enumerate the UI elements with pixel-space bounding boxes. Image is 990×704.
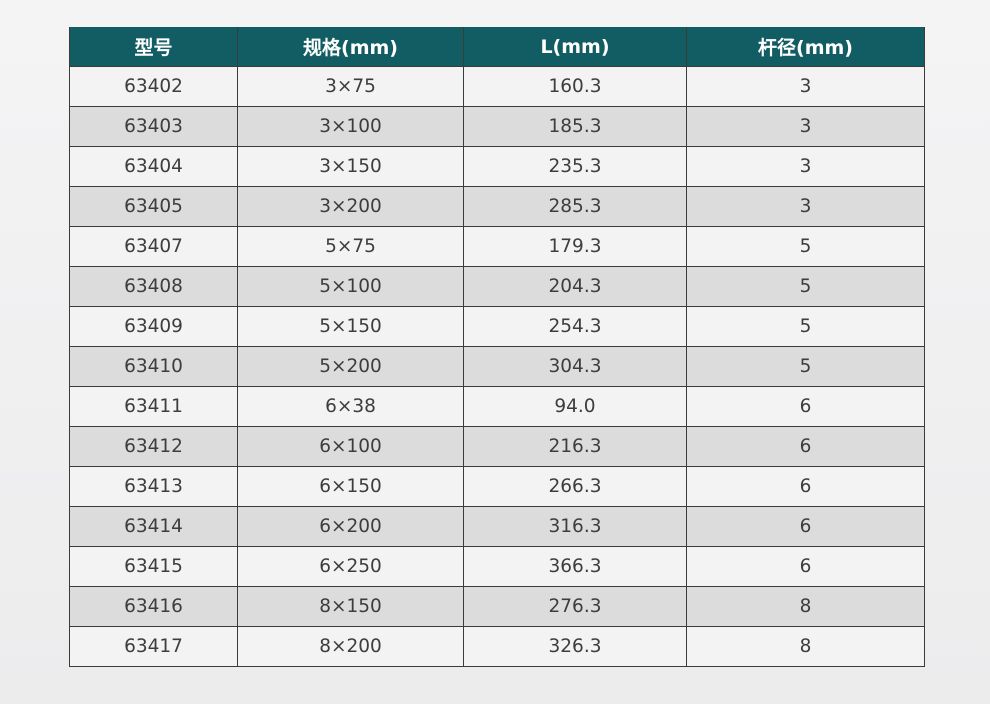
cell-shaft-diameter: 3 (686, 66, 925, 107)
cell-spec: 8×150 (237, 586, 464, 627)
table-row: 63402 3×75 160.3 3 (69, 66, 925, 107)
cell-spec: 3×75 (237, 66, 464, 107)
cell-shaft-diameter: 5 (686, 266, 925, 307)
table-row: 63412 6×100 216.3 6 (69, 426, 925, 467)
spec-table-container: 型号 规格(mm) L(mm) 杆径(mm) 63402 3×75 160.3 3 63… (69, 27, 925, 667)
cell-shaft-diameter: 3 (686, 106, 925, 147)
cell-length: 179.3 (463, 226, 687, 267)
table-row: 63405 3×200 285.3 3 (69, 186, 925, 227)
cell-model: 63412 (69, 426, 238, 467)
cell-model: 63411 (69, 386, 238, 427)
table-row: 63410 5×200 304.3 5 (69, 346, 925, 387)
cell-model: 63413 (69, 466, 238, 507)
table-body: 63402 3×75 160.3 3 63403 3×100 185.3 3 63404 3×15… (69, 66, 925, 667)
cell-model: 63417 (69, 626, 238, 667)
table-row: 63411 6×38 94.0 6 (69, 386, 925, 427)
cell-shaft-diameter: 6 (686, 546, 925, 587)
cell-shaft-diameter: 5 (686, 226, 925, 267)
cell-model: 63408 (69, 266, 238, 307)
cell-spec: 5×200 (237, 346, 464, 387)
cell-length: 304.3 (463, 346, 687, 387)
table-row: 63408 5×100 204.3 5 (69, 266, 925, 307)
cell-length: 266.3 (463, 466, 687, 507)
cell-model: 63414 (69, 506, 238, 547)
cell-spec: 3×150 (237, 146, 464, 187)
cell-spec: 6×200 (237, 506, 464, 547)
cell-length: 235.3 (463, 146, 687, 187)
header-model: 型号 (69, 27, 238, 67)
cell-shaft-diameter: 8 (686, 586, 925, 627)
cell-shaft-diameter: 6 (686, 466, 925, 507)
cell-spec: 6×150 (237, 466, 464, 507)
cell-model: 63403 (69, 106, 238, 147)
table-row: 63416 8×150 276.3 8 (69, 586, 925, 627)
cell-spec: 6×250 (237, 546, 464, 587)
cell-spec: 5×75 (237, 226, 464, 267)
cell-spec: 5×100 (237, 266, 464, 307)
cell-shaft-diameter: 3 (686, 186, 925, 227)
header-shaft-diameter: 杆径(mm) (686, 27, 925, 67)
cell-length: 94.0 (463, 386, 687, 427)
cell-length: 326.3 (463, 626, 687, 667)
cell-length: 285.3 (463, 186, 687, 227)
cell-length: 185.3 (463, 106, 687, 147)
table-row: 63407 5×75 179.3 5 (69, 226, 925, 267)
cell-model: 63409 (69, 306, 238, 347)
cell-model: 63402 (69, 66, 238, 107)
cell-model: 63407 (69, 226, 238, 267)
table-row: 63417 8×200 326.3 8 (69, 626, 925, 667)
cell-length: 216.3 (463, 426, 687, 467)
header-row: 型号 规格(mm) L(mm) 杆径(mm) (69, 27, 925, 67)
cell-spec: 6×100 (237, 426, 464, 467)
cell-spec: 3×100 (237, 106, 464, 147)
cell-spec: 3×200 (237, 186, 464, 227)
cell-shaft-diameter: 6 (686, 506, 925, 547)
cell-length: 316.3 (463, 506, 687, 547)
cell-shaft-diameter: 5 (686, 346, 925, 387)
table-row: 63409 5×150 254.3 5 (69, 306, 925, 347)
cell-length: 160.3 (463, 66, 687, 107)
cell-shaft-diameter: 3 (686, 146, 925, 187)
header-spec: 规格(mm) (237, 27, 464, 67)
cell-length: 366.3 (463, 546, 687, 587)
cell-shaft-diameter: 5 (686, 306, 925, 347)
cell-length: 254.3 (463, 306, 687, 347)
cell-length: 276.3 (463, 586, 687, 627)
cell-model: 63404 (69, 146, 238, 187)
cell-shaft-diameter: 6 (686, 386, 925, 427)
cell-spec: 5×150 (237, 306, 464, 347)
cell-length: 204.3 (463, 266, 687, 307)
cell-model: 63416 (69, 586, 238, 627)
cell-model: 63405 (69, 186, 238, 227)
cell-spec: 8×200 (237, 626, 464, 667)
cell-shaft-diameter: 8 (686, 626, 925, 667)
header-length: L(mm) (463, 27, 687, 67)
table-row: 63413 6×150 266.3 6 (69, 466, 925, 507)
table-row: 63404 3×150 235.3 3 (69, 146, 925, 187)
table-row: 63403 3×100 185.3 3 (69, 106, 925, 147)
table-header: 型号 规格(mm) L(mm) 杆径(mm) (69, 27, 925, 67)
cell-model: 63410 (69, 346, 238, 387)
cell-spec: 6×38 (237, 386, 464, 427)
table-row: 63415 6×250 366.3 6 (69, 546, 925, 587)
cell-model: 63415 (69, 546, 238, 587)
table-row: 63414 6×200 316.3 6 (69, 506, 925, 547)
cell-shaft-diameter: 6 (686, 426, 925, 467)
spec-table: 型号 规格(mm) L(mm) 杆径(mm) 63402 3×75 160.3 3 63… (69, 27, 925, 667)
